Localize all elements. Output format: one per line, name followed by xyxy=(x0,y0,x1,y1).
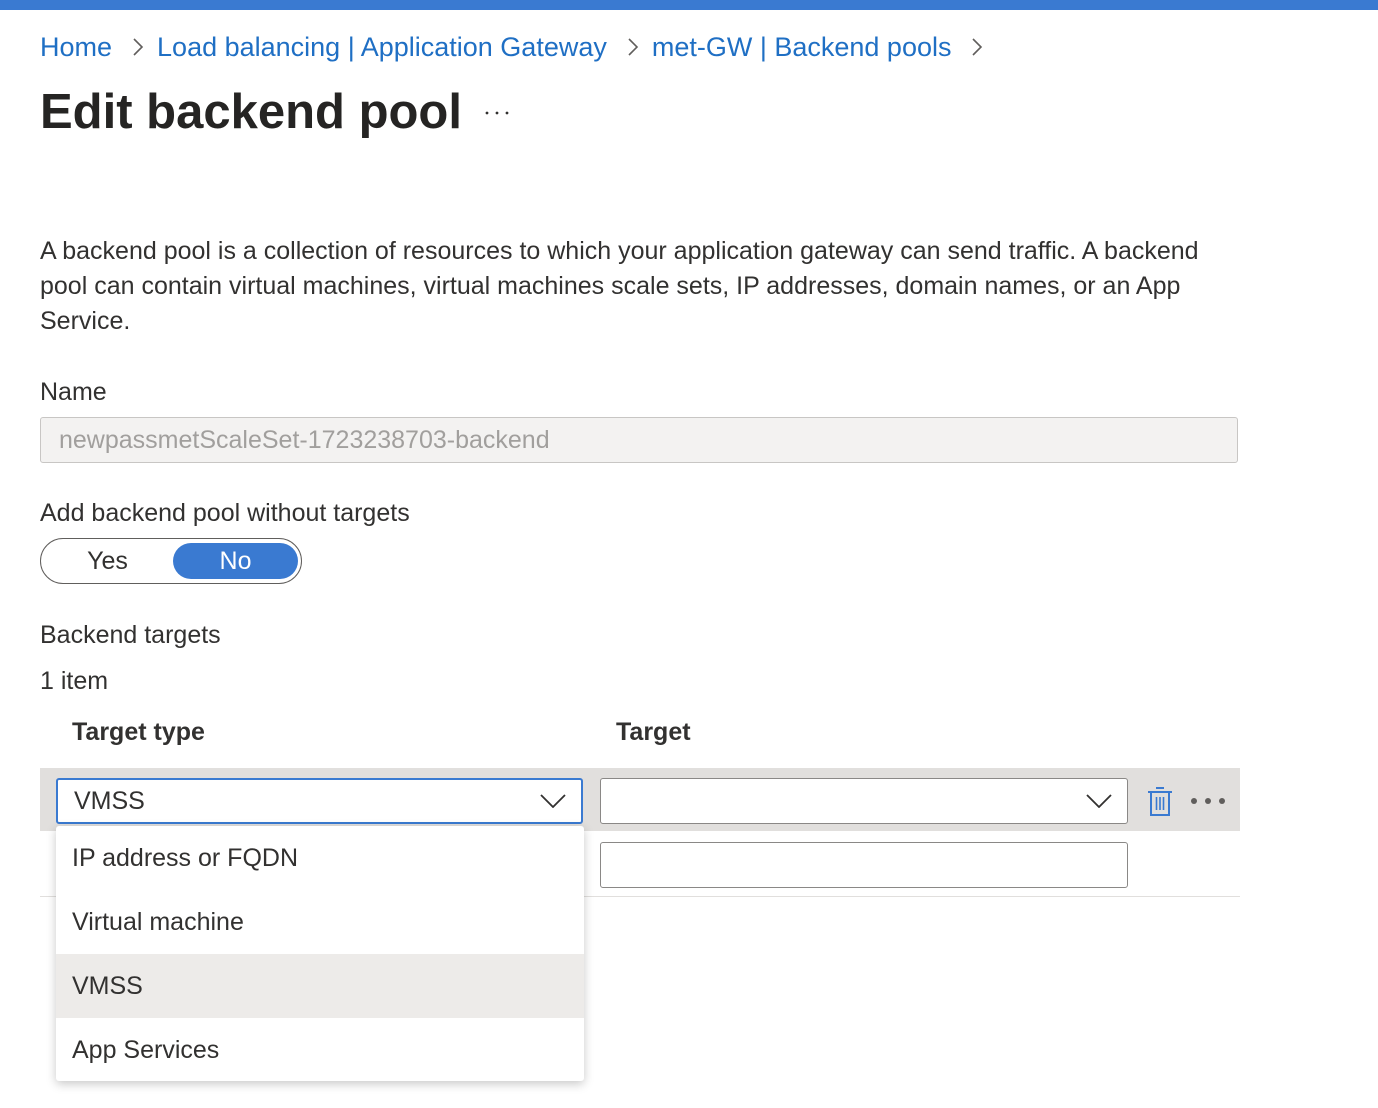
ellipsis-icon[interactable] xyxy=(472,96,522,130)
toggle-no-option[interactable]: No xyxy=(173,543,298,579)
target-type-select[interactable]: VMSS xyxy=(56,778,583,824)
backend-targets-heading: Backend targets xyxy=(40,621,221,649)
column-header-target-type: Target type xyxy=(72,718,205,746)
breadcrumb: Home Load balancing | Application Gatewa… xyxy=(40,28,996,66)
chevron-right-icon xyxy=(132,37,144,57)
page-description: A backend pool is a collection of resour… xyxy=(40,237,1199,335)
option-ip-address[interactable]: IP address or FQDN xyxy=(56,826,584,890)
page-title: Edit backend pool xyxy=(40,85,462,139)
name-field: newpassmetScaleSet-1723238703-backend xyxy=(40,417,1238,463)
option-virtual-machine[interactable]: Virtual machine xyxy=(56,890,584,954)
trash-icon[interactable] xyxy=(1144,782,1176,820)
chevron-down-icon xyxy=(525,794,581,808)
item-count: 1 item xyxy=(40,667,109,695)
toggle-yes-option[interactable]: Yes xyxy=(45,543,170,579)
target-type-dropdown: IP address or FQDN Virtual machine VMSS … xyxy=(56,826,584,1081)
target-select[interactable] xyxy=(600,778,1128,824)
chevron-down-icon xyxy=(1071,794,1127,808)
breadcrumb-home[interactable]: Home xyxy=(40,32,112,63)
breadcrumb-backend-pools[interactable]: met-GW | Backend pools xyxy=(652,32,952,63)
row-more-icon[interactable] xyxy=(1186,786,1230,816)
new-target-input[interactable] xyxy=(600,842,1128,888)
column-header-target: Target xyxy=(616,718,691,746)
chevron-right-icon xyxy=(971,37,983,57)
target-type-value: VMSS xyxy=(74,786,145,815)
name-field-value: newpassmetScaleSet-1723238703-backend xyxy=(59,425,550,454)
option-vmss[interactable]: VMSS xyxy=(56,954,584,1018)
without-targets-label: Add backend pool without targets xyxy=(40,499,410,527)
option-app-services[interactable]: App Services xyxy=(56,1018,584,1082)
top-accent-bar xyxy=(0,0,1378,10)
without-targets-toggle: Yes No xyxy=(40,538,302,584)
chevron-right-icon xyxy=(627,37,639,57)
name-label: Name xyxy=(40,378,107,406)
breadcrumb-load-balancing[interactable]: Load balancing | Application Gateway xyxy=(157,32,607,63)
